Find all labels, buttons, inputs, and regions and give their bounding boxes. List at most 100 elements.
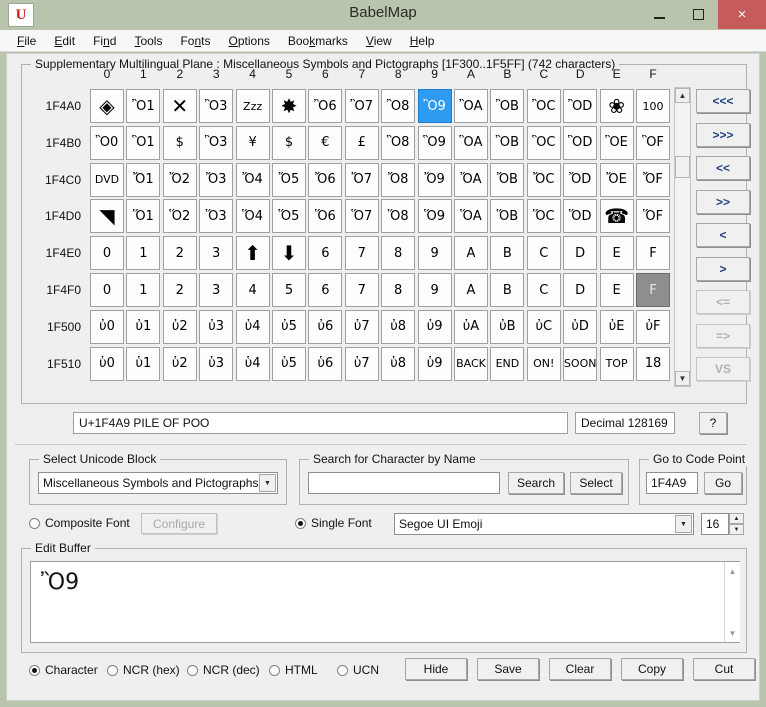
character-cell[interactable]: ὌE: [600, 163, 634, 197]
character-cell[interactable]: ὎B: [490, 236, 524, 270]
character-cell[interactable]: Ὂ7: [345, 89, 379, 123]
menu-item-fonts[interactable]: Fonts: [171, 32, 219, 50]
format-radio-html[interactable]: HTML: [269, 663, 318, 677]
character-cell[interactable]: TOP: [600, 347, 634, 381]
character-cell[interactable]: ὏1: [126, 273, 160, 307]
nav-button-0[interactable]: <<<: [696, 89, 750, 113]
character-cell[interactable]: ὐB: [490, 310, 524, 344]
character-cell[interactable]: ὎E: [600, 236, 634, 270]
character-cell[interactable]: ὌC: [527, 163, 561, 197]
character-cell[interactable]: Ὄ4: [236, 163, 270, 197]
character-cell[interactable]: ◈: [90, 89, 124, 123]
clear-button[interactable]: Clear: [549, 658, 611, 680]
character-cell[interactable]: ὐF: [636, 310, 670, 344]
character-cell[interactable]: ὋB: [490, 126, 524, 160]
character-cell[interactable]: Ὃ3: [199, 126, 233, 160]
scroll-down-icon[interactable]: ▼: [675, 371, 690, 386]
character-cell[interactable]: Ὅ4: [236, 199, 270, 233]
nav-button-8[interactable]: VS: [696, 357, 750, 381]
character-cell[interactable]: ὏E: [600, 273, 634, 307]
character-cell[interactable]: Ὅ1: [126, 199, 160, 233]
character-cell[interactable]: Ὅ9: [418, 199, 452, 233]
menu-item-tools[interactable]: Tools: [125, 32, 171, 50]
character-cell[interactable]: Ὅ7: [345, 199, 379, 233]
character-cell[interactable]: ὑ2: [163, 347, 197, 381]
character-cell[interactable]: ὐE: [600, 310, 634, 344]
character-cell[interactable]: ὌD: [563, 163, 597, 197]
character-cell[interactable]: ὎0: [90, 236, 124, 270]
character-cell[interactable]: ὋF: [636, 126, 670, 160]
character-cell[interactable]: Ὅ8: [381, 199, 415, 233]
character-cell[interactable]: Ὄ9: [418, 163, 452, 197]
menu-item-view[interactable]: View: [357, 32, 401, 50]
character-cell[interactable]: ὑ3: [199, 347, 233, 381]
character-cell[interactable]: ὐ7: [345, 310, 379, 344]
character-cell[interactable]: ὐ2: [163, 310, 197, 344]
select-button[interactable]: Select: [570, 472, 622, 494]
go-button[interactable]: Go: [704, 472, 742, 494]
character-cell[interactable]: ὊB: [490, 89, 524, 123]
character-cell[interactable]: ὋD: [563, 126, 597, 160]
menu-item-bookmarks[interactable]: Bookmarks: [279, 32, 357, 50]
character-cell[interactable]: ὋE: [600, 126, 634, 160]
character-cell[interactable]: ὎6: [308, 236, 342, 270]
character-cell[interactable]: ὎7: [345, 236, 379, 270]
configure-button[interactable]: Configure: [141, 513, 217, 534]
character-cell[interactable]: ὎9: [418, 236, 452, 270]
character-cell[interactable]: Ὂ3: [199, 89, 233, 123]
character-cell[interactable]: ὌA: [454, 163, 488, 197]
nav-button-5[interactable]: >: [696, 257, 750, 281]
character-cell[interactable]: ⬇: [272, 236, 306, 270]
character-cell[interactable]: ὎8: [381, 236, 415, 270]
save-button[interactable]: Save: [477, 658, 539, 680]
character-cell[interactable]: ὍF: [636, 199, 670, 233]
character-cell[interactable]: ✸: [272, 89, 306, 123]
character-cell[interactable]: ὋA: [454, 126, 488, 160]
scroll-up-icon[interactable]: ▲: [725, 564, 740, 578]
character-cell[interactable]: ὑ8: [381, 347, 415, 381]
format-radio-ncr-dec[interactable]: NCR (dec): [187, 663, 260, 677]
stepper-down-icon[interactable]: ▼: [729, 524, 744, 535]
scroll-down-icon[interactable]: ▼: [725, 626, 740, 640]
character-cell[interactable]: ⬆: [236, 236, 270, 270]
menu-item-file[interactable]: File: [8, 32, 45, 50]
character-cell[interactable]: Ὄ8: [381, 163, 415, 197]
single-font-radio[interactable]: Single Font: [295, 516, 372, 530]
character-cell[interactable]: ὐ1: [126, 310, 160, 344]
character-cell[interactable]: ☎: [600, 199, 634, 233]
character-cell[interactable]: SOON: [563, 347, 597, 381]
character-cell[interactable]: ὍA: [454, 199, 488, 233]
character-cell[interactable]: Ὅ6: [308, 199, 342, 233]
nav-button-2[interactable]: <<: [696, 156, 750, 180]
nav-button-4[interactable]: <: [696, 223, 750, 247]
character-cell[interactable]: ὐA: [454, 310, 488, 344]
character-cell[interactable]: Ὄ5: [272, 163, 306, 197]
character-cell[interactable]: Ὅ5: [272, 199, 306, 233]
scrollbar-thumb[interactable]: [675, 156, 690, 178]
character-cell[interactable]: Ὅ3: [199, 199, 233, 233]
character-cell[interactable]: ὏B: [490, 273, 524, 307]
menu-item-edit[interactable]: Edit: [45, 32, 84, 50]
format-radio-ucn[interactable]: UCN: [337, 663, 379, 677]
chevron-down-icon[interactable]: ▼: [675, 515, 692, 533]
character-cell[interactable]: ὏7: [345, 273, 379, 307]
character-cell[interactable]: ὑ9: [418, 347, 452, 381]
character-cell[interactable]: ὐ3: [199, 310, 233, 344]
character-cell[interactable]: Ὄ7: [345, 163, 379, 197]
character-cell[interactable]: ὎C: [527, 236, 561, 270]
character-cell[interactable]: Ὄ2: [163, 163, 197, 197]
stepper-up-icon[interactable]: ▲: [729, 513, 744, 524]
format-radio-ncr-hex[interactable]: NCR (hex): [107, 663, 180, 677]
font-size-stepper[interactable]: ▲ ▼: [729, 513, 744, 535]
character-cell[interactable]: ὎1: [126, 236, 160, 270]
character-cell[interactable]: ὊA: [454, 89, 488, 123]
close-button[interactable]: ×: [718, 0, 766, 29]
character-cell[interactable]: ὑ5: [272, 347, 306, 381]
character-cell[interactable]: ὎F: [636, 236, 670, 270]
character-cell[interactable]: ὐ5: [272, 310, 306, 344]
character-cell[interactable]: ὍC: [527, 199, 561, 233]
character-cell[interactable]: ὑ1: [126, 347, 160, 381]
maximize-button[interactable]: [679, 0, 718, 29]
character-cell[interactable]: Ὂ6: [308, 89, 342, 123]
search-button[interactable]: Search: [508, 472, 564, 494]
